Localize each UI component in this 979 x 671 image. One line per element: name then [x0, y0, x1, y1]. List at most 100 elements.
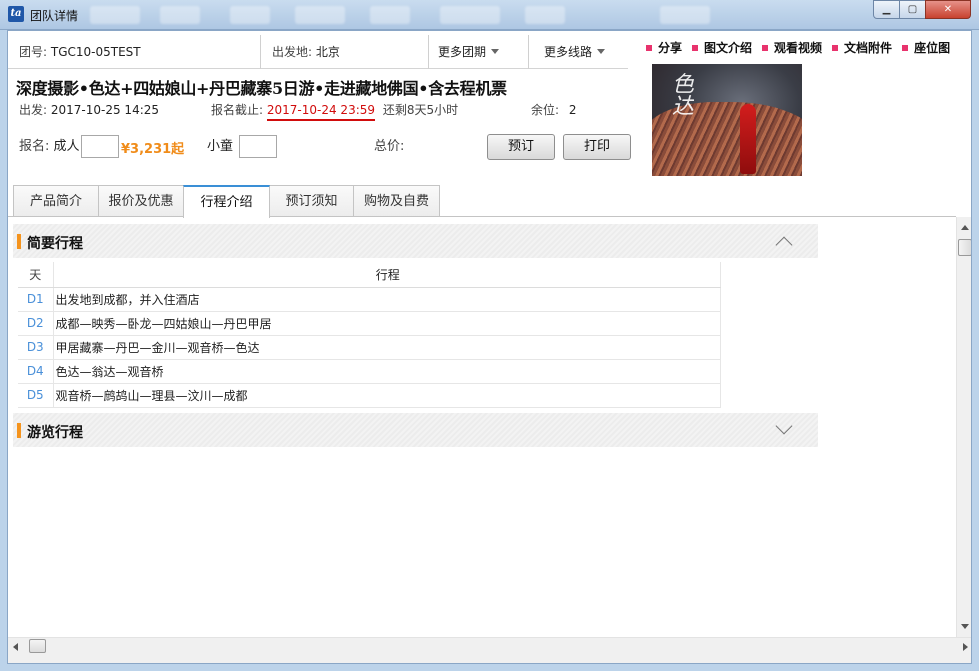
- blurred-background: [525, 6, 565, 24]
- route-cell: 成都—映秀—卧龙—四姑娘山—丹巴甲居: [53, 311, 721, 336]
- photo-calligraphy: 色达: [668, 72, 693, 116]
- table-row: D4 色达—翁达—观音桥: [18, 359, 721, 384]
- scroll-left-icon[interactable]: [13, 643, 18, 651]
- child-count-input[interactable]: [239, 135, 277, 158]
- blurred-background: [90, 6, 140, 24]
- chevron-up-icon[interactable]: [775, 236, 793, 254]
- blurred-background: [160, 6, 200, 24]
- group-no-label: 团号:: [19, 45, 48, 59]
- route-cell: 色达—翁达—观音桥: [53, 359, 721, 384]
- depart-city: 出发地: 北京: [272, 31, 340, 69]
- table-header-row: 天 行程: [18, 262, 721, 288]
- divider: [260, 35, 261, 69]
- deadline: 报名截止: 2017-10-24 23:59 还剩8天5小时: [211, 101, 459, 121]
- tab-bar: 产品简介 报价及优惠 行程介绍 预订须知 购物及自费: [13, 185, 440, 218]
- day-cell: D5: [18, 383, 54, 408]
- share-link[interactable]: 分享: [646, 39, 682, 56]
- group-no-value: TGC10-05TEST: [50, 45, 141, 59]
- deadline-value: 2017-10-24 23:59: [266, 103, 376, 121]
- window-titlebar: ta 团队详情 ▁ ▢ ✕: [0, 0, 979, 30]
- remaining-time: 还剩8天5小时: [382, 103, 459, 117]
- scroll-down-icon[interactable]: [961, 624, 969, 629]
- route-cell: 出发地到成都，并入住酒店: [53, 287, 721, 312]
- col-route-header: 行程: [53, 262, 721, 288]
- chevron-down-icon[interactable]: [775, 417, 793, 435]
- accent-bar: [17, 234, 21, 249]
- child-label: 小童: [207, 139, 234, 154]
- divider: [428, 35, 429, 69]
- tab-shopping[interactable]: 购物及自费: [353, 185, 440, 217]
- scroll-thumb[interactable]: [958, 239, 971, 256]
- blurred-background: [295, 6, 345, 24]
- tour-itinerary-title: 游览行程: [27, 425, 83, 441]
- bullet-icon: [646, 44, 652, 51]
- blurred-background: [230, 6, 270, 24]
- tour-photo[interactable]: 色达: [652, 64, 802, 176]
- depart-time-value: 2017-10-25 14:25: [50, 103, 160, 117]
- depart-time: 出发: 2017-10-25 14:25: [19, 101, 159, 118]
- tab-pricing[interactable]: 报价及优惠: [98, 185, 184, 217]
- photo-figure: [740, 104, 756, 174]
- brief-itinerary-table: 天 行程 D1 出发地到成都，并入住酒店 D2 成都—映秀—卧龙—四姑娘山—丹巴…: [18, 262, 721, 408]
- more-routes-label: 更多线路: [544, 45, 593, 59]
- depart-city-label: 出发地:: [272, 45, 313, 59]
- depart-time-label: 出发:: [19, 103, 48, 117]
- bullet-icon: [692, 44, 699, 51]
- scroll-right-icon[interactable]: [963, 643, 968, 651]
- seats-value: 2: [568, 103, 577, 117]
- maximize-button[interactable]: ▢: [899, 0, 926, 19]
- day-cell: D1: [18, 287, 54, 312]
- table-row: D2 成都—映秀—卧龙—四姑娘山—丹巴甲居: [18, 311, 721, 336]
- status-bar: [8, 654, 971, 663]
- bullet-icon: [762, 44, 769, 51]
- tab-booking-notes[interactable]: 预订须知: [269, 185, 354, 217]
- scroll-thumb[interactable]: [29, 639, 46, 653]
- watch-video-link[interactable]: 观看视频: [762, 39, 822, 56]
- blurred-background: [440, 6, 500, 24]
- brief-itinerary-title: 简要行程: [27, 236, 83, 252]
- tab-itinerary[interactable]: 行程介绍: [183, 185, 270, 218]
- col-day-header: 天: [18, 262, 54, 288]
- price: ¥3,231起: [121, 142, 185, 157]
- group-no: 团号: TGC10-05TEST: [19, 31, 141, 69]
- day-cell: D4: [18, 359, 54, 384]
- more-routes-dropdown[interactable]: 更多线路: [544, 31, 606, 69]
- tour-itinerary-header[interactable]: 游览行程: [13, 413, 818, 447]
- scroll-up-icon[interactable]: [961, 225, 969, 230]
- more-groups-label: 更多团期: [438, 45, 487, 59]
- signup-label: 报名: 成人: [19, 139, 80, 154]
- deadline-label: 报名截止:: [211, 103, 264, 117]
- adult-count-input[interactable]: [81, 135, 119, 158]
- itinerary-panel: 简要行程 天 行程 D1 出发地到成都，并入住酒店 D2 成都—映秀—卧龙—四姑…: [8, 217, 956, 635]
- seat-map-link[interactable]: 座位图: [902, 39, 950, 56]
- divider: [528, 35, 529, 69]
- blurred-background: [660, 6, 710, 24]
- brief-itinerary-header[interactable]: 简要行程: [13, 224, 818, 258]
- horizontal-scrollbar[interactable]: [8, 637, 971, 654]
- depart-city-value: 北京: [315, 45, 340, 59]
- day-cell: D3: [18, 335, 54, 360]
- seats: 余位: 2: [531, 101, 577, 118]
- close-button[interactable]: ✕: [925, 0, 971, 19]
- minimize-button[interactable]: ▁: [873, 0, 900, 19]
- chevron-down-icon: [597, 49, 606, 54]
- day-cell: D2: [18, 311, 54, 336]
- window-client: 团号: TGC10-05TEST 出发地: 北京 更多团期 更多线路 深度摄影•…: [7, 30, 972, 664]
- graphic-intro-link[interactable]: 图文介绍: [692, 39, 752, 56]
- total-label: 总价:: [374, 139, 405, 154]
- table-row: D5 观音桥—鹧鸪山—理县—汶川—成都: [18, 383, 721, 408]
- accent-bar: [17, 423, 21, 438]
- vertical-scrollbar[interactable]: [956, 217, 971, 637]
- more-groups-dropdown[interactable]: 更多团期: [438, 31, 500, 69]
- seats-label: 余位:: [531, 103, 560, 117]
- book-button[interactable]: 预订: [487, 134, 555, 160]
- attachments-link[interactable]: 文档附件: [832, 39, 892, 56]
- app-icon: ta: [8, 6, 24, 22]
- route-cell: 观音桥—鹧鸪山—理县—汶川—成都: [53, 383, 721, 408]
- chevron-down-icon: [491, 49, 500, 54]
- table-row: D3 甲居藏寨—丹巴—金川—观音桥—色达: [18, 335, 721, 360]
- bullet-icon: [902, 44, 909, 51]
- tab-product-intro[interactable]: 产品简介: [13, 185, 99, 217]
- adult-label: 成人: [53, 139, 80, 154]
- print-button[interactable]: 打印: [563, 134, 631, 160]
